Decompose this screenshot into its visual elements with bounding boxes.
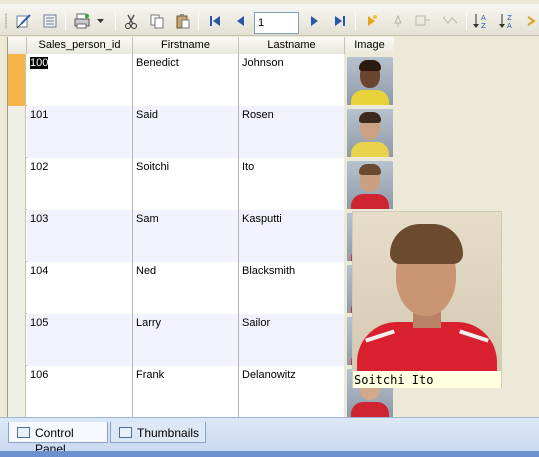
cell-firstname[interactable]: Ned [133,262,239,314]
toolbar: AZ ZA [0,4,539,36]
previous-record-icon[interactable] [231,11,251,31]
cell-image[interactable] [344,158,394,210]
cell-lastname[interactable]: Kasputti [239,210,345,262]
table-row[interactable]: 101 Said Rosen [8,106,394,158]
preview-shirt [357,322,497,371]
svg-text:A: A [507,22,512,30]
copy-icon[interactable] [147,11,167,31]
svg-text:A: A [481,14,486,22]
column-header-firstname[interactable]: Firstname [133,37,239,54]
cell-lastname[interactable]: Delanowitz [239,366,345,417]
tab-strip-edge [0,451,539,457]
cell-lastname[interactable]: Rosen [239,106,345,158]
cell-firstname[interactable]: Soitchi [133,158,239,210]
table-row[interactable]: 100 Benedict Johnson [8,54,394,106]
cut-icon[interactable] [121,11,141,31]
filter-icon[interactable] [413,11,433,31]
table-row[interactable]: 102 Soitchi Ito [8,158,394,210]
row-indicator[interactable] [8,54,26,106]
table-row[interactable]: 105 Larry Sailor [8,314,394,366]
table-row[interactable]: 104 Ned Blacksmith [8,262,394,314]
photo-thumbnail [347,109,393,157]
preview-caption: Soitchi Ito [353,372,501,388]
cell-firstname[interactable]: Larry [133,314,239,366]
row-indicator[interactable] [8,366,26,417]
dropdown-arrow-icon[interactable] [95,11,107,31]
record-number-input[interactable] [254,12,299,34]
preview-photo [353,212,501,371]
cell-sales-person-id[interactable]: 103 [27,210,133,262]
toolbar-overflow-icon[interactable] [524,11,538,31]
cell-lastname[interactable]: Sailor [239,314,345,366]
cell-lastname[interactable]: Blacksmith [239,262,345,314]
cell-text: 100 [30,57,49,69]
toolbar-separator [115,13,116,30]
table-row[interactable]: 103 Sam Kasputti [8,210,394,262]
refresh-icon[interactable] [440,11,460,31]
preview-hair [390,224,463,264]
cell-sales-person-id[interactable]: 100 [27,54,133,106]
photo-thumbnail [347,57,393,105]
delete-record-icon[interactable] [388,11,408,31]
column-header-sales-person-id[interactable]: Sales_person_id [27,37,133,54]
new-record-icon[interactable] [361,11,381,31]
row-indicator[interactable] [8,106,26,158]
row-indicator[interactable] [8,158,26,210]
toolbar-separator [355,13,356,30]
tab-label: Thumbnails [137,426,200,440]
toolbar-separator [466,13,467,30]
cell-firstname[interactable]: Sam [133,210,239,262]
edit-icon[interactable] [14,11,34,31]
row-indicator[interactable] [8,314,26,366]
cell-sales-person-id[interactable]: 106 [27,366,133,417]
bottom-tab-bar: Control Panel Thumbnails [0,417,539,457]
sort-ascending-icon[interactable]: AZ [471,11,491,31]
cell-sales-person-id[interactable]: 105 [27,314,133,366]
toolbar-grip[interactable] [5,13,7,29]
first-record-icon[interactable] [205,11,225,31]
toolbar-separator [65,13,66,30]
data-grid: Sales_person_id Firstname Lastname Image… [7,37,394,417]
svg-text:Z: Z [507,14,512,22]
cell-firstname[interactable]: Said [133,106,239,158]
cell-lastname[interactable]: Ito [239,158,345,210]
cell-firstname[interactable]: Benedict [133,54,239,106]
grid-header: Sales_person_id Firstname Lastname Image [8,37,394,54]
tab-control-panel[interactable]: Control Panel [8,422,108,456]
cell-lastname[interactable]: Johnson [239,54,345,106]
control-panel-icon [17,427,30,438]
header-corner[interactable] [8,37,27,54]
column-header-lastname[interactable]: Lastname [239,37,345,54]
row-indicator[interactable] [8,210,26,262]
toolbar-separator [198,13,199,30]
tab-thumbnails[interactable]: Thumbnails [110,422,206,443]
last-record-icon[interactable] [330,11,350,31]
cell-image[interactable] [344,106,394,158]
column-header-image[interactable]: Image [345,37,394,54]
row-indicator[interactable] [8,262,26,314]
svg-text:Z: Z [481,22,486,30]
cell-image[interactable] [344,54,394,106]
table-row[interactable]: 106 Frank Delanowitz [8,366,394,417]
cell-firstname[interactable]: Frank [133,366,239,417]
cell-sales-person-id[interactable]: 104 [27,262,133,314]
cell-sales-person-id[interactable]: 102 [27,158,133,210]
sort-descending-icon[interactable]: ZA [497,11,517,31]
image-preview-tooltip: Soitchi Ito [352,211,502,388]
form-view-icon[interactable] [40,11,60,31]
photo-thumbnail [347,161,393,209]
print-icon[interactable] [72,11,92,31]
paste-icon[interactable] [173,11,193,31]
cell-sales-person-id[interactable]: 101 [27,106,133,158]
thumbnails-icon [119,427,132,438]
next-record-icon[interactable] [304,11,324,31]
